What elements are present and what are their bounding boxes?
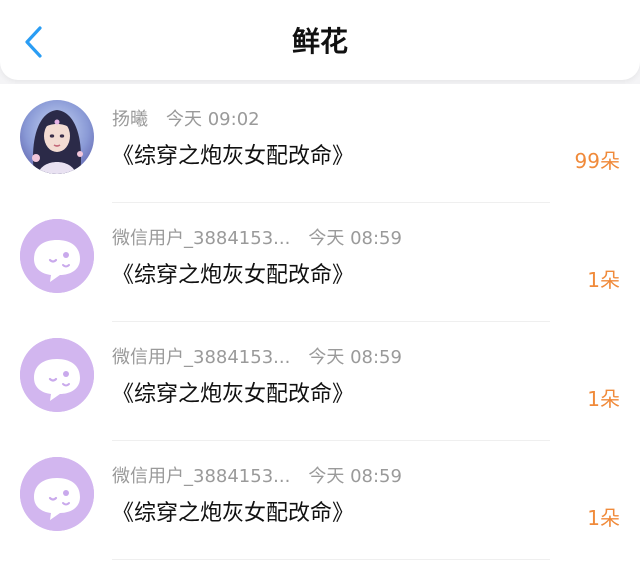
sender-info: 微信用户_3884153... 今天 08:59 <box>112 461 402 489</box>
book-title[interactable]: 《综穿之炮灰女配改命》 <box>112 261 354 291</box>
sender-name[interactable]: 扬曦 <box>112 105 148 131</box>
avatar[interactable] <box>20 457 94 531</box>
list-item[interactable]: 扬曦 今天 09:02 《综穿之炮灰女配改命》 99朵 <box>0 84 640 203</box>
book-title[interactable]: 《综穿之炮灰女配改命》 <box>112 380 354 410</box>
avatar[interactable] <box>20 100 94 174</box>
page-title: 鲜花 <box>291 25 348 58</box>
flower-list: 扬曦 今天 09:02 《综穿之炮灰女配改命》 99朵 微信用户_3884153… <box>0 84 640 564</box>
flower-count: 1朵 <box>587 268 620 292</box>
flower-count: 1朵 <box>587 387 620 411</box>
flower-count: 99朵 <box>574 149 620 173</box>
header-bar: 鲜花 <box>0 0 640 80</box>
user-photo-avatar <box>20 100 94 174</box>
timestamp: 今天 08:59 <box>308 466 402 487</box>
book-title[interactable]: 《综穿之炮灰女配改命》 <box>112 142 354 172</box>
avatar[interactable] <box>20 219 94 293</box>
sender-name[interactable]: 微信用户_3884153... <box>112 462 290 488</box>
sender-info: 扬曦 今天 09:02 <box>112 104 260 132</box>
avatar[interactable] <box>20 338 94 412</box>
list-item[interactable]: 微信用户_3884153... 今天 08:59 《综穿之炮灰女配改命》 1朵 <box>0 322 640 441</box>
divider <box>112 559 550 560</box>
default-chat-avatar-icon <box>20 457 94 531</box>
sender-info: 微信用户_3884153... 今天 08:59 <box>112 223 402 251</box>
flower-count: 1朵 <box>587 506 620 530</box>
sender-name[interactable]: 微信用户_3884153... <box>112 343 290 369</box>
list-item[interactable]: 微信用户_3884153... 今天 08:59 《综穿之炮灰女配改命》 1朵 <box>0 441 640 560</box>
book-title[interactable]: 《综穿之炮灰女配改命》 <box>112 499 354 529</box>
timestamp: 今天 09:02 <box>166 109 260 130</box>
sender-info: 微信用户_3884153... 今天 08:59 <box>112 342 402 370</box>
timestamp: 今天 08:59 <box>308 228 402 249</box>
sender-name[interactable]: 微信用户_3884153... <box>112 224 290 250</box>
default-chat-avatar-icon <box>20 219 94 293</box>
timestamp: 今天 08:59 <box>308 347 402 368</box>
list-item[interactable]: 微信用户_3884153... 今天 08:59 《综穿之炮灰女配改命》 1朵 <box>0 203 640 322</box>
default-chat-avatar-icon <box>20 338 94 412</box>
